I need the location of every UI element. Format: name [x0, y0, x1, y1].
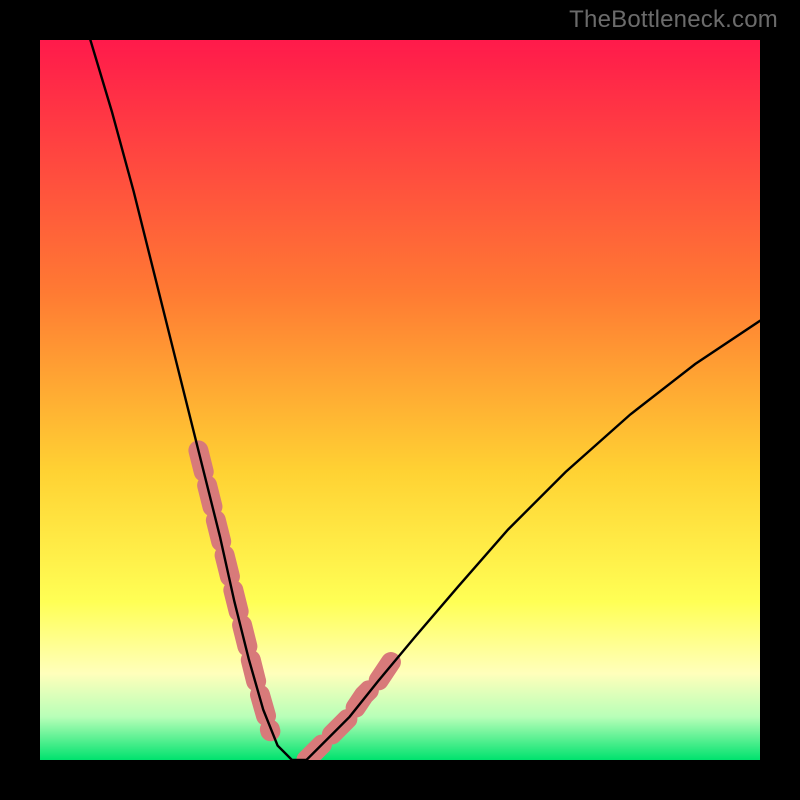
watermark-text: TheBottleneck.com [569, 6, 778, 34]
plot-area [40, 40, 760, 760]
bottleneck-curve-path [90, 40, 760, 760]
highlight-right [306, 659, 392, 760]
curve-layer [40, 40, 760, 760]
highlight-stroke [306, 659, 392, 760]
chart-frame: TheBottleneck.com [0, 0, 800, 800]
